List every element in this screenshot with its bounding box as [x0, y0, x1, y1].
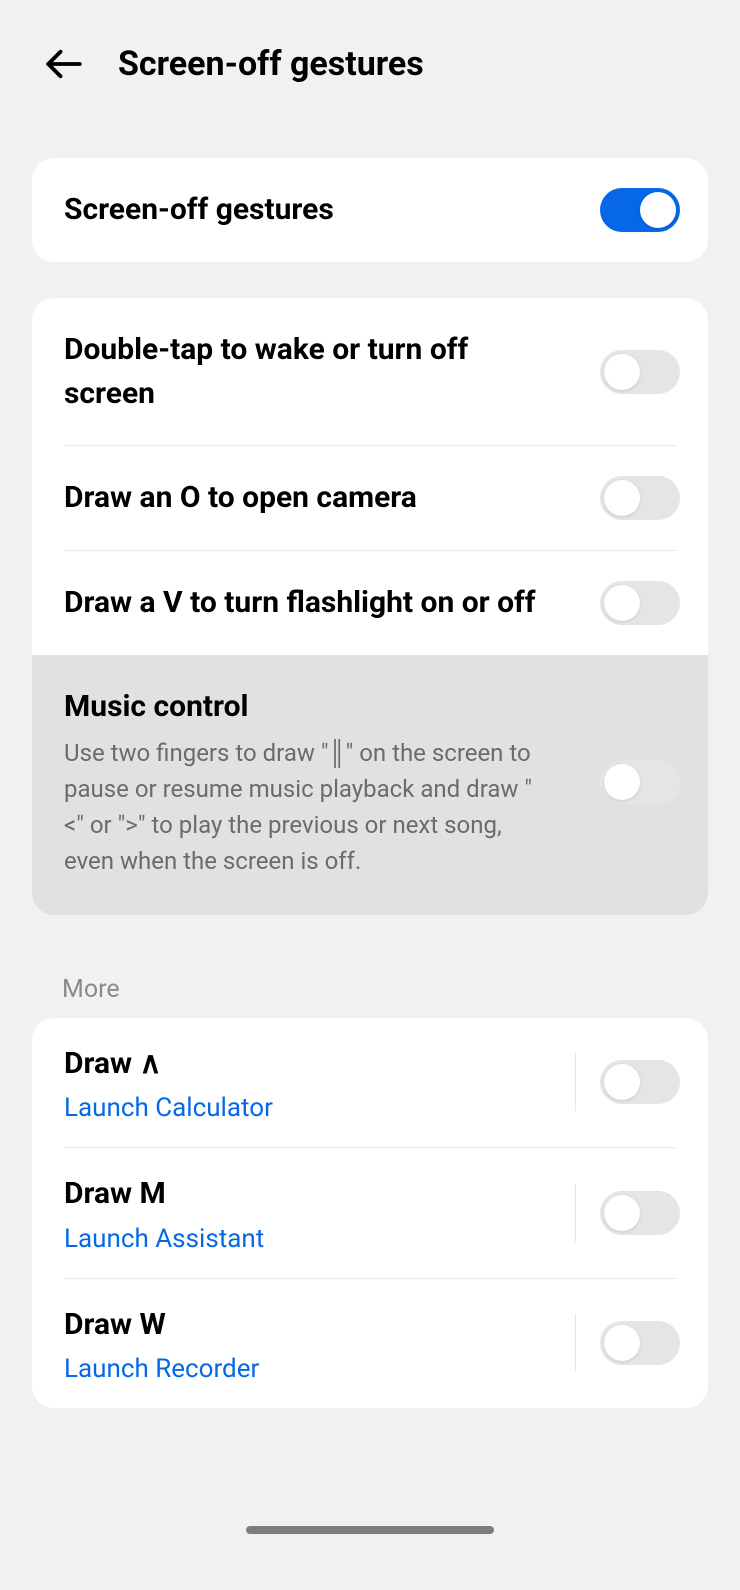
- row-action-link[interactable]: Launch Calculator: [64, 1093, 575, 1123]
- vertical-divider: [575, 1314, 576, 1372]
- music-control-toggle[interactable]: [600, 760, 680, 804]
- row-content: Music control Use two fingers to draw "║…: [64, 685, 600, 879]
- draw-caret-toggle[interactable]: [600, 1060, 680, 1104]
- row-content: Draw a V to turn flashlight on or off: [64, 581, 600, 625]
- row-content: Draw W Launch Recorder: [64, 1303, 575, 1385]
- page-title: Screen-off gestures: [118, 44, 424, 84]
- row-action-link[interactable]: Launch Assistant: [64, 1224, 575, 1254]
- toggle-knob: [604, 585, 640, 621]
- double-tap-row[interactable]: Double-tap to wake or turn off screen: [32, 298, 708, 445]
- draw-m-toggle[interactable]: [600, 1191, 680, 1235]
- toggle-wrap: [575, 1184, 680, 1242]
- more-section-label: More: [62, 975, 740, 1004]
- row-content: Double-tap to wake or turn off screen: [64, 328, 600, 415]
- draw-o-row[interactable]: Draw an O to open camera: [32, 446, 708, 550]
- row-title: Screen-off gestures: [64, 188, 600, 232]
- more-card: Draw ∧ Launch Calculator Draw M Launch A…: [32, 1018, 708, 1409]
- double-tap-toggle[interactable]: [600, 350, 680, 394]
- row-content: Draw M Launch Assistant: [64, 1172, 575, 1254]
- screen-off-gestures-toggle[interactable]: [600, 188, 680, 232]
- toggle-knob: [604, 1195, 640, 1231]
- draw-v-toggle[interactable]: [600, 581, 680, 625]
- row-content: Draw an O to open camera: [64, 476, 600, 520]
- row-title: Draw ∧: [64, 1042, 575, 1086]
- row-title: Draw M: [64, 1172, 575, 1216]
- vertical-divider: [575, 1184, 576, 1242]
- row-action-link[interactable]: Launch Recorder: [64, 1354, 575, 1384]
- toggle-wrap: [575, 1314, 680, 1372]
- row-title: Music control: [64, 685, 600, 729]
- row-title: Draw a V to turn flashlight on or off: [64, 581, 544, 625]
- toggle-knob: [604, 354, 640, 390]
- toggle-knob: [604, 764, 640, 800]
- draw-v-row[interactable]: Draw a V to turn flashlight on or off: [32, 551, 708, 655]
- row-subtitle: Use two fingers to draw "║" on the scree…: [64, 735, 544, 879]
- row-content: Draw ∧ Launch Calculator: [64, 1042, 575, 1124]
- draw-w-row[interactable]: Draw W Launch Recorder: [32, 1279, 708, 1409]
- toggle-wrap: [575, 1053, 680, 1111]
- toggle-knob: [604, 480, 640, 516]
- main-toggle-card: Screen-off gestures: [32, 158, 708, 262]
- draw-caret-row[interactable]: Draw ∧ Launch Calculator: [32, 1018, 708, 1148]
- arrow-left-icon: [43, 43, 85, 85]
- toggle-knob: [640, 192, 676, 228]
- header: Screen-off gestures: [0, 0, 740, 118]
- screen-off-gestures-row[interactable]: Screen-off gestures: [32, 158, 708, 262]
- home-gesture-bar[interactable]: [246, 1526, 494, 1534]
- draw-w-toggle[interactable]: [600, 1321, 680, 1365]
- draw-m-row[interactable]: Draw M Launch Assistant: [32, 1148, 708, 1278]
- row-title: Draw W: [64, 1303, 575, 1347]
- vertical-divider: [575, 1053, 576, 1111]
- draw-o-toggle[interactable]: [600, 476, 680, 520]
- row-content: Screen-off gestures: [64, 188, 600, 232]
- gestures-card: Double-tap to wake or turn off screen Dr…: [32, 298, 708, 915]
- toggle-knob: [604, 1064, 640, 1100]
- music-control-row[interactable]: Music control Use two fingers to draw "║…: [32, 655, 708, 915]
- row-title: Double-tap to wake or turn off screen: [64, 328, 544, 415]
- toggle-knob: [604, 1325, 640, 1361]
- back-button[interactable]: [40, 40, 88, 88]
- row-title: Draw an O to open camera: [64, 476, 600, 520]
